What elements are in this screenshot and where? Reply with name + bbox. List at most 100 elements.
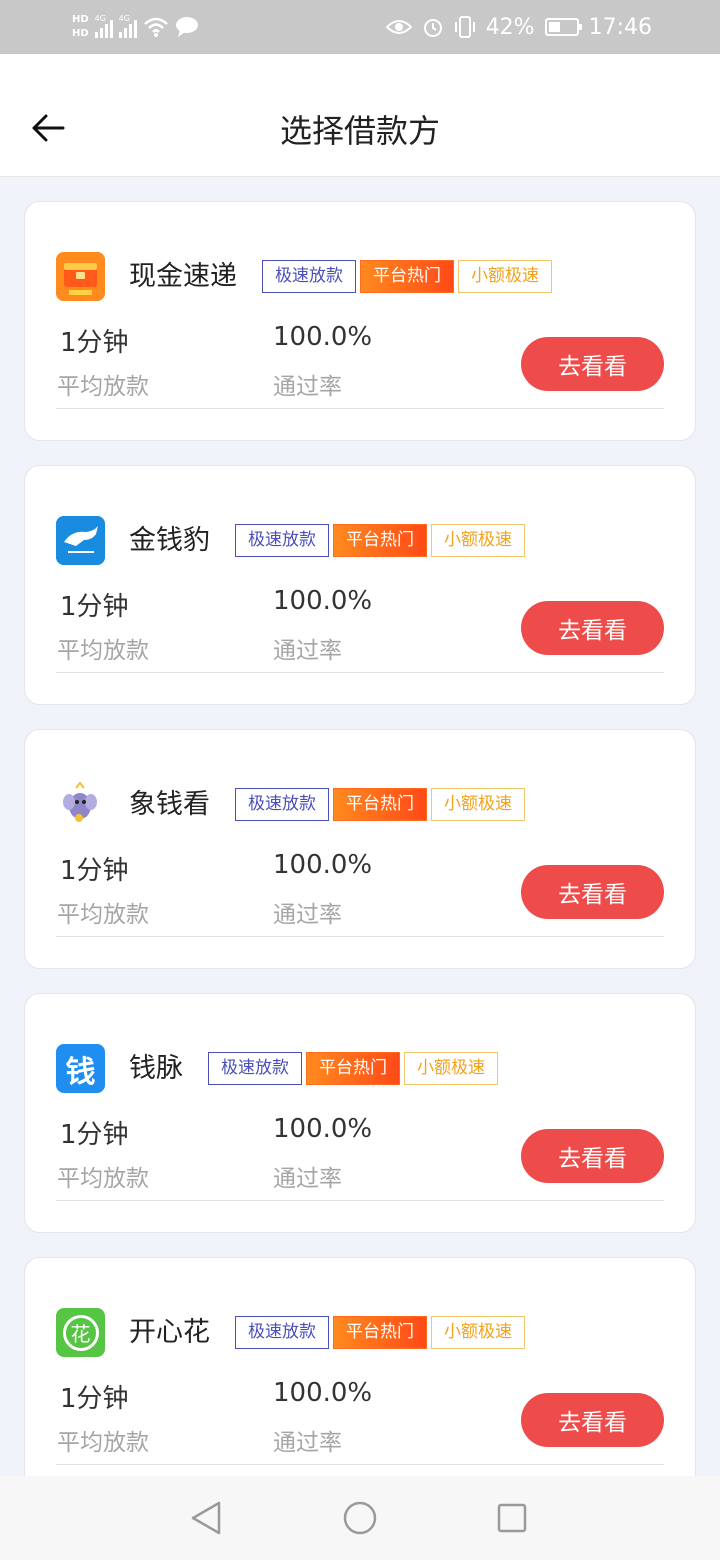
signal-bar [128, 24, 132, 38]
battery-percent: 42% [485, 14, 535, 40]
avg-time-value: 1分钟 [60, 1120, 129, 1150]
vibrate-icon [454, 16, 475, 38]
tag-platform-hot: 平台热门 [333, 1316, 427, 1349]
hd-top-label: HD [72, 14, 89, 25]
status-right: 42% 17:46 [385, 8, 652, 46]
pass-rate-value: 100.0% [273, 586, 373, 616]
app-header: 选择借款方 [0, 54, 720, 177]
signal-network-label: 4G [118, 14, 130, 23]
hd-bottom-label: HD [72, 28, 89, 39]
signal-bar [109, 20, 113, 38]
pass-rate-value: 100.0% [273, 850, 373, 880]
tag-fast-loan: 极速放款 [235, 788, 329, 821]
pass-rate-label: 通过率 [273, 638, 342, 664]
tag-group: 极速放款 平台热门 小额极速 [235, 524, 525, 557]
signal-bar [104, 24, 108, 38]
qian-logo: 钱 [56, 1044, 105, 1093]
avg-time-label: 平均放款 [57, 638, 149, 664]
tag-small-fast: 小额极速 [431, 1316, 525, 1349]
tag-small-fast: 小额极速 [431, 524, 525, 557]
avg-time-value: 1分钟 [60, 1384, 129, 1414]
avg-time-label: 平均放款 [57, 902, 149, 928]
flower-logo: 花 [56, 1308, 105, 1357]
signal-network-label: 4G [94, 14, 106, 23]
nav-home-button[interactable] [340, 1498, 380, 1538]
signal-bar [99, 28, 103, 38]
tag-platform-hot: 平台热门 [306, 1052, 400, 1085]
signal-bar [118, 32, 122, 38]
view-button[interactable]: 去看看 [521, 1129, 664, 1183]
chat-icon [175, 17, 198, 37]
tag-group: 极速放款 平台热门 小额极速 [208, 1052, 498, 1085]
tag-fast-loan: 极速放款 [208, 1052, 302, 1085]
system-nav-bar [0, 1476, 720, 1560]
tag-small-fast: 小额极速 [458, 260, 552, 293]
divider [56, 936, 664, 937]
pass-rate-value: 100.0% [273, 322, 373, 352]
avg-time-label: 平均放款 [57, 1166, 149, 1192]
signal-bar [133, 20, 137, 38]
square-recent-icon [497, 1503, 527, 1533]
tag-small-fast: 小额极速 [404, 1052, 498, 1085]
page-title: 选择借款方 [279, 112, 440, 150]
lender-name: 钱脉 [129, 1053, 183, 1084]
pass-rate-label: 通过率 [273, 1166, 342, 1192]
tag-group: 极速放款 平台热门 小额极速 [235, 788, 525, 821]
tag-group: 极速放款 平台热门 小额极速 [262, 260, 552, 293]
status-bar: HD HD 4G 4G 42% 17:46 [0, 0, 720, 54]
tag-platform-hot: 平台热门 [333, 524, 427, 557]
lender-name: 开心花 [129, 1317, 210, 1348]
signal-icon: 4G [94, 14, 113, 38]
eye-icon [385, 20, 412, 34]
view-button[interactable]: 去看看 [521, 601, 664, 655]
pass-rate-value: 100.0% [273, 1114, 373, 1144]
qian-logo-text: 钱 [65, 1054, 96, 1090]
pass-rate-label: 通过率 [273, 1430, 342, 1456]
signal-bar [94, 32, 98, 38]
nav-back-button[interactable] [186, 1498, 226, 1538]
lender-name: 现金速递 [129, 261, 237, 292]
avg-time-label: 平均放款 [57, 1430, 149, 1456]
battery-icon [544, 18, 582, 36]
lender-list: 现金速递 极速放款 平台热门 小额极速 1分钟 平均放款 100.0% 通过率 … [24, 201, 696, 1521]
status-left: HD HD 4G 4G [72, 8, 199, 46]
elephant-logo [56, 780, 105, 829]
lender-card: 金钱豹 极速放款 平台热门 小额极速 1分钟 平均放款 100.0% 通过率 去… [24, 465, 696, 705]
avg-time-value: 1分钟 [60, 856, 129, 886]
alarm-icon [423, 19, 442, 37]
tag-small-fast: 小额极速 [431, 788, 525, 821]
flower-logo-text: 花 [62, 1314, 99, 1351]
leopard-logo [56, 516, 105, 565]
pass-rate-value: 100.0% [273, 1378, 373, 1408]
signal-icon: 4G [118, 14, 137, 38]
clock: 17:46 [588, 14, 652, 40]
avg-time-value: 1分钟 [60, 328, 129, 358]
divider [56, 1464, 664, 1465]
lender-card: 现金速递 极速放款 平台热门 小额极速 1分钟 平均放款 100.0% 通过率 … [24, 201, 696, 441]
view-button[interactable]: 去看看 [521, 1393, 664, 1447]
signal-bar [123, 28, 127, 38]
pass-rate-label: 通过率 [273, 902, 342, 928]
tag-fast-loan: 极速放款 [235, 1316, 329, 1349]
lender-card: 象钱看 极速放款 平台热门 小额极速 1分钟 平均放款 100.0% 通过率 去… [24, 729, 696, 969]
hd-indicator: HD HD [72, 13, 89, 41]
view-button[interactable]: 去看看 [521, 337, 664, 391]
view-button[interactable]: 去看看 [521, 865, 664, 919]
avg-time-value: 1分钟 [60, 592, 129, 622]
lender-name: 金钱豹 [129, 525, 210, 556]
triangle-back-icon [191, 1501, 221, 1535]
pass-rate-label: 通过率 [273, 374, 342, 400]
divider [56, 408, 664, 409]
lender-card: 钱 钱脉 极速放款 平台热门 小额极速 1分钟 平均放款 100.0% 通过率 … [24, 993, 696, 1233]
tag-fast-loan: 极速放款 [262, 260, 356, 293]
wifi-icon [143, 17, 168, 37]
lender-name: 象钱看 [129, 789, 210, 820]
divider [56, 672, 664, 673]
tag-fast-loan: 极速放款 [235, 524, 329, 557]
tag-platform-hot: 平台热门 [333, 788, 427, 821]
treasure-box-logo [56, 252, 105, 301]
avg-time-label: 平均放款 [57, 374, 149, 400]
nav-recent-button[interactable] [492, 1498, 532, 1538]
divider [56, 1200, 664, 1201]
tag-group: 极速放款 平台热门 小额极速 [235, 1316, 525, 1349]
